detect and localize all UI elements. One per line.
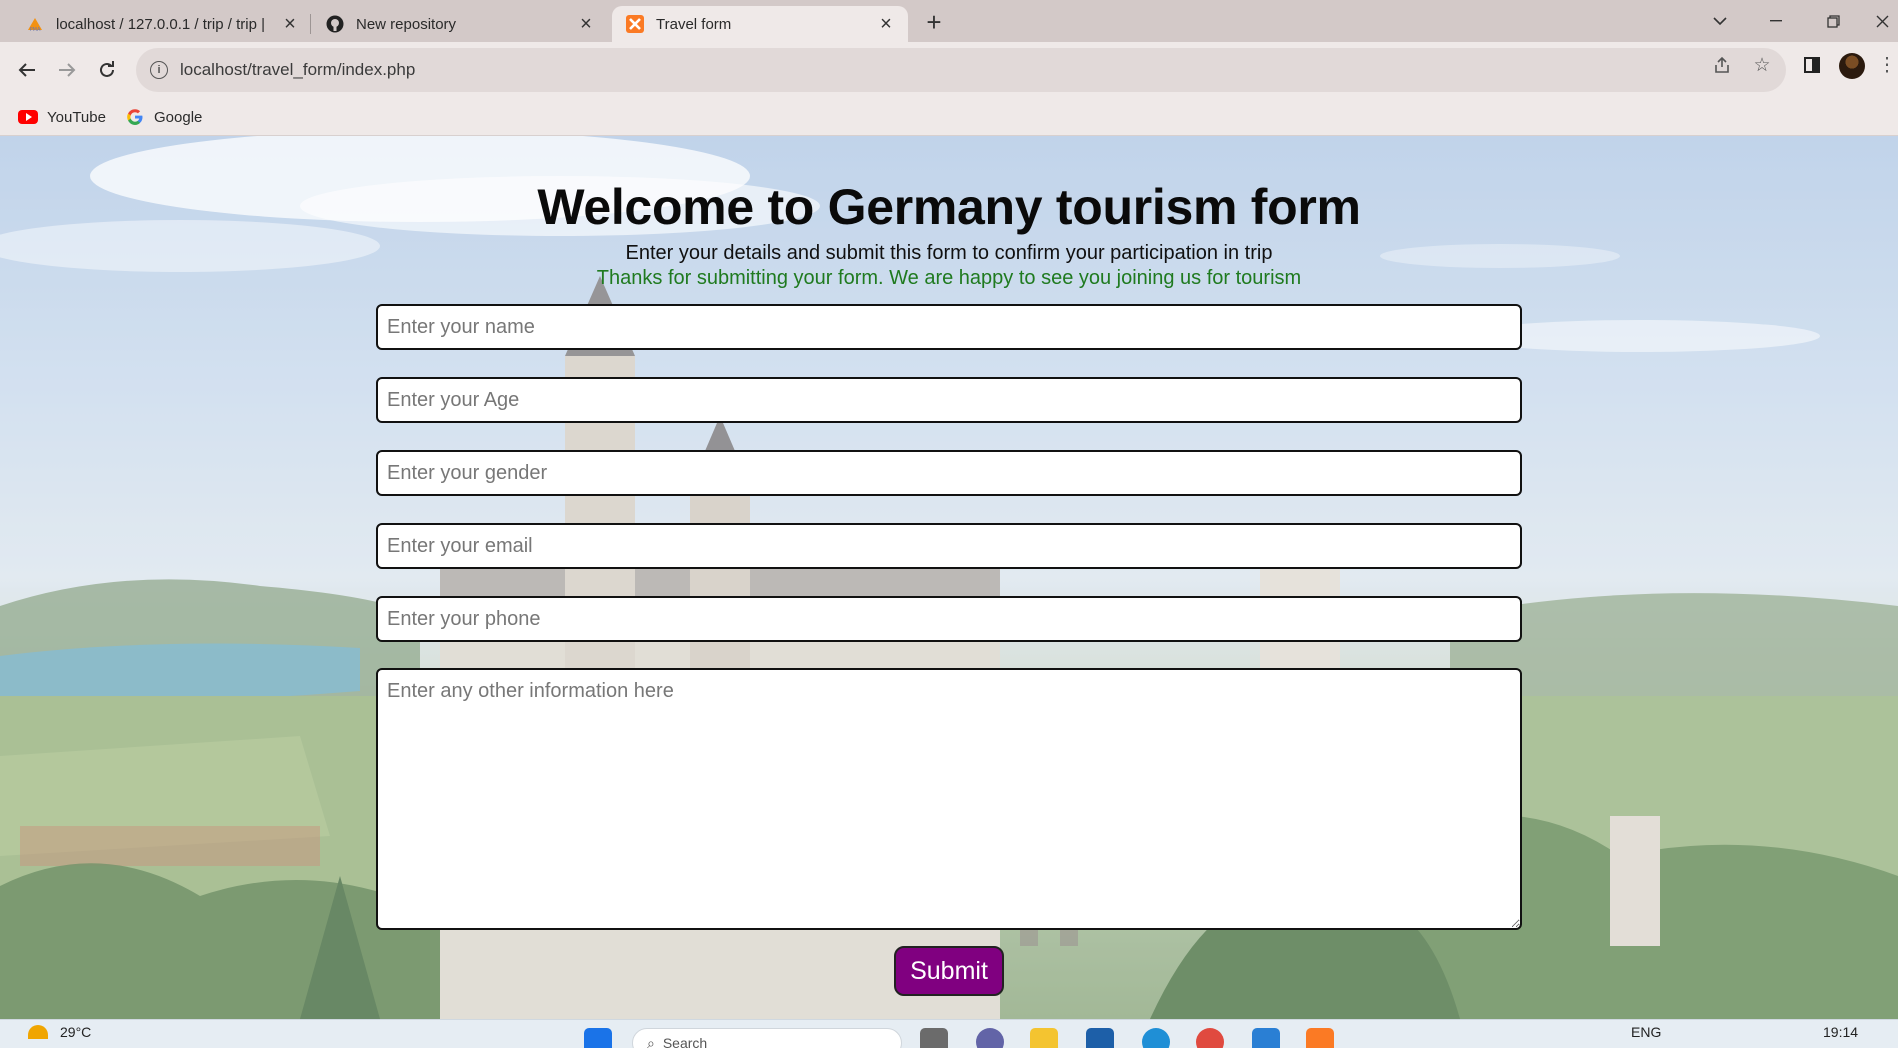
bookmark-youtube[interactable]: YouTube <box>18 105 106 129</box>
google-icon <box>127 109 143 125</box>
language-indicator[interactable]: ENG <box>1631 1024 1661 1040</box>
search-icon: ⌕ <box>647 1035 655 1048</box>
email-input[interactable] <box>376 523 1522 569</box>
weather-widget[interactable]: 29°C <box>28 1024 91 1040</box>
profile-avatar[interactable] <box>1839 53 1865 79</box>
taskbar-search-placeholder: Search <box>662 1035 708 1048</box>
close-tab-icon[interactable]: × <box>874 12 898 36</box>
close-window-button[interactable] <box>1866 6 1898 36</box>
restore-button[interactable] <box>1813 6 1853 36</box>
side-panel-icon[interactable] <box>1801 54 1823 76</box>
site-info-icon[interactable]: i <box>150 61 168 79</box>
bookmarks-bar: YouTube Google <box>0 98 1898 136</box>
page-viewport: Welcome to Germany tourism form Enter yo… <box>0 136 1898 1019</box>
taskbar-search-box[interactable]: ⌕ Search <box>632 1028 902 1048</box>
name-input[interactable] <box>376 304 1522 350</box>
browser-toolbar: i localhost/travel_form/index.php ☆ ⋮ <box>0 42 1898 98</box>
store-icon[interactable] <box>1086 1028 1114 1048</box>
github-icon <box>326 15 344 33</box>
phpmyadmin-icon: PMA <box>26 15 44 33</box>
gender-input[interactable] <box>376 450 1522 496</box>
bookmark-star-icon[interactable]: ☆ <box>1751 54 1773 76</box>
tab-phpmyadmin[interactable]: PMA localhost / 127.0.0.1 / trip / trip … <box>12 6 312 42</box>
task-view-icon[interactable] <box>920 1028 948 1048</box>
tab-divider <box>310 14 311 34</box>
temperature-label: 29°C <box>60 1024 92 1040</box>
bookmark-google[interactable]: Google <box>126 105 202 129</box>
reload-button[interactable] <box>92 55 122 85</box>
phone-input[interactable] <box>376 596 1522 642</box>
svg-text:PMA: PMA <box>30 27 41 33</box>
share-icon[interactable] <box>1711 54 1733 76</box>
chat-icon[interactable] <box>976 1028 1004 1048</box>
page-subtitle: Enter your details and submit this form … <box>625 242 1273 264</box>
bookmark-label: YouTube <box>47 108 106 126</box>
weather-sun-icon <box>28 1025 48 1039</box>
menu-kebab-icon[interactable]: ⋮ <box>1878 54 1897 76</box>
clock-time[interactable]: 19:14 <box>1823 1024 1858 1040</box>
new-tab-button[interactable]: + <box>918 7 950 37</box>
tab-title: localhost / 127.0.0.1 / trip / trip | <box>56 15 266 33</box>
vscode-icon[interactable] <box>1252 1028 1280 1048</box>
close-tab-icon[interactable]: × <box>574 12 598 36</box>
other-info-textarea[interactable] <box>376 668 1522 930</box>
back-button[interactable] <box>12 55 42 85</box>
tab-strip: PMA localhost / 127.0.0.1 / trip / trip … <box>0 0 1898 42</box>
submit-button[interactable]: Submit <box>894 946 1004 996</box>
windows-start-icon[interactable] <box>584 1028 612 1048</box>
youtube-icon <box>18 110 38 124</box>
bookmark-label: Google <box>154 108 203 126</box>
page-title: Welcome to Germany tourism form <box>537 179 1361 235</box>
close-tab-icon[interactable]: × <box>278 12 302 36</box>
submit-success-message: Thanks for submitting your form. We are … <box>596 267 1302 289</box>
age-input[interactable] <box>376 377 1522 423</box>
os-taskbar: 29°C ⌕ Search ENG 19:14 <box>0 1019 1898 1048</box>
minimize-button[interactable] <box>1756 6 1796 36</box>
forward-button[interactable] <box>52 55 82 85</box>
tab-search-icon[interactable] <box>1700 6 1740 36</box>
address-bar[interactable]: i localhost/travel_form/index.php <box>136 48 1786 92</box>
address-url[interactable]: localhost/travel_form/index.php <box>180 60 415 80</box>
xampp-taskbar-icon[interactable] <box>1306 1028 1334 1048</box>
file-explorer-icon[interactable] <box>1030 1028 1058 1048</box>
tab-title: New repository <box>356 15 457 33</box>
chrome-icon[interactable] <box>1196 1028 1224 1048</box>
xampp-icon <box>626 15 644 33</box>
tab-new-repository[interactable]: New repository × <box>312 6 608 42</box>
tab-travel-form[interactable]: Travel form × <box>612 6 908 42</box>
tab-title: Travel form <box>656 15 732 33</box>
edge-icon[interactable] <box>1142 1028 1170 1048</box>
